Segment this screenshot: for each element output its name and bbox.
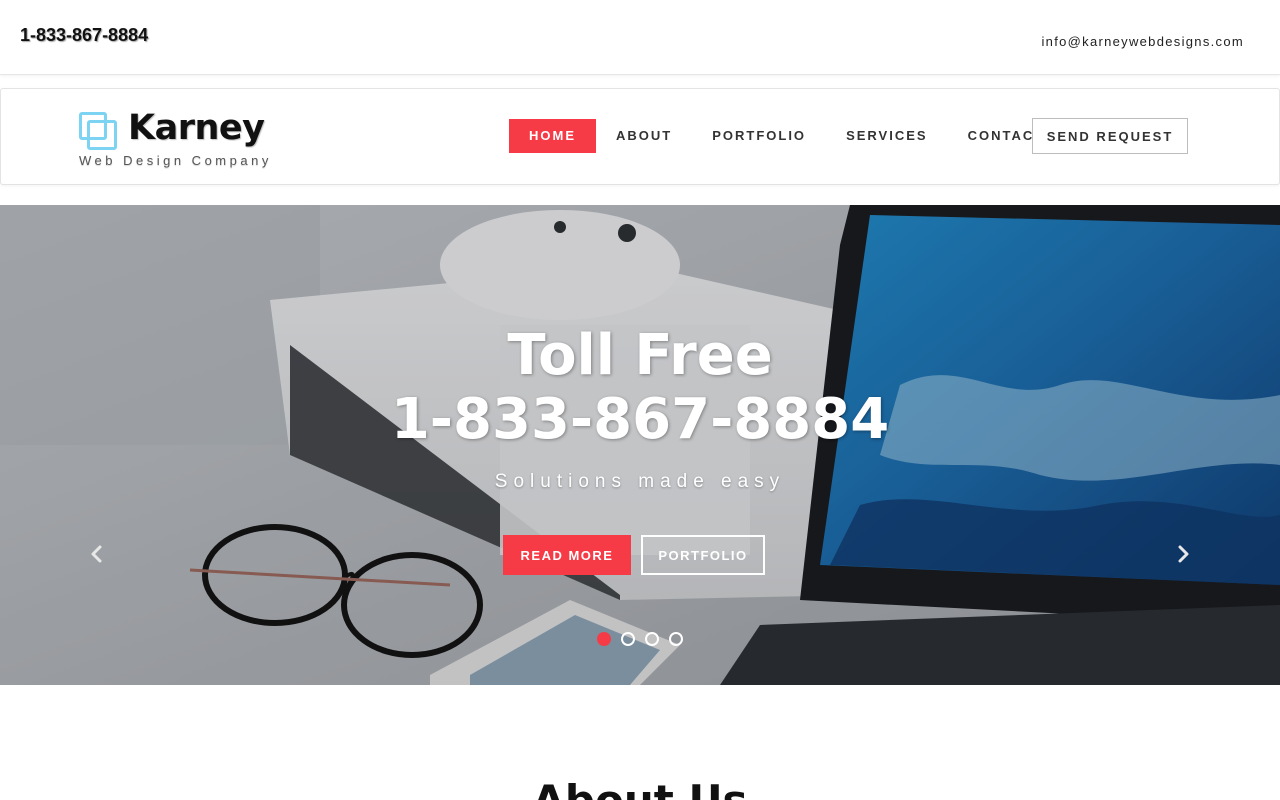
slider-dot-2[interactable] [621,632,635,646]
slider-dot-4[interactable] [669,632,683,646]
hero-subtitle: Solutions made easy [494,471,786,492]
about-heading: About Us [0,776,1280,800]
main-navbar: Karney Web Design Company HOME ABOUT POR… [0,88,1280,185]
send-request-button[interactable]: SEND REQUEST [1032,118,1188,154]
hero-title: Toll Free [507,323,773,388]
logo-tagline: Web Design Company [79,153,272,168]
hero-slider: Toll Free 1-833-867-8884 Solutions made … [0,205,1280,685]
nav-item-services[interactable]: SERVICES [826,119,948,153]
top-email-link[interactable]: info@karneywebdesigns.com [1041,34,1244,49]
nav-item-home[interactable]: HOME [509,119,596,153]
logo-name: Karney [128,108,265,148]
slider-dots [597,632,683,646]
chevron-left-icon[interactable] [82,539,112,569]
hero-phone-number: 1-833-867-8884 [390,387,890,452]
nav-menu: HOME ABOUT PORTFOLIO SERVICES CONTACT [509,118,1064,154]
portfolio-button[interactable]: PORTFOLIO [641,535,765,575]
slider-dot-3[interactable] [645,632,659,646]
nav-item-about[interactable]: ABOUT [596,119,692,153]
site-logo[interactable]: Karney Web Design Company [77,108,297,170]
slider-dot-1[interactable] [597,632,611,646]
read-more-button[interactable]: READ MORE [503,535,631,575]
logo-squares-icon [77,110,121,154]
top-phone-number[interactable]: 1-833-867-8884 [20,25,148,46]
top-bar: 1-833-867-8884 info@karneywebdesigns.com [0,0,1280,75]
nav-item-portfolio[interactable]: PORTFOLIO [692,119,826,153]
chevron-right-icon[interactable] [1168,539,1198,569]
